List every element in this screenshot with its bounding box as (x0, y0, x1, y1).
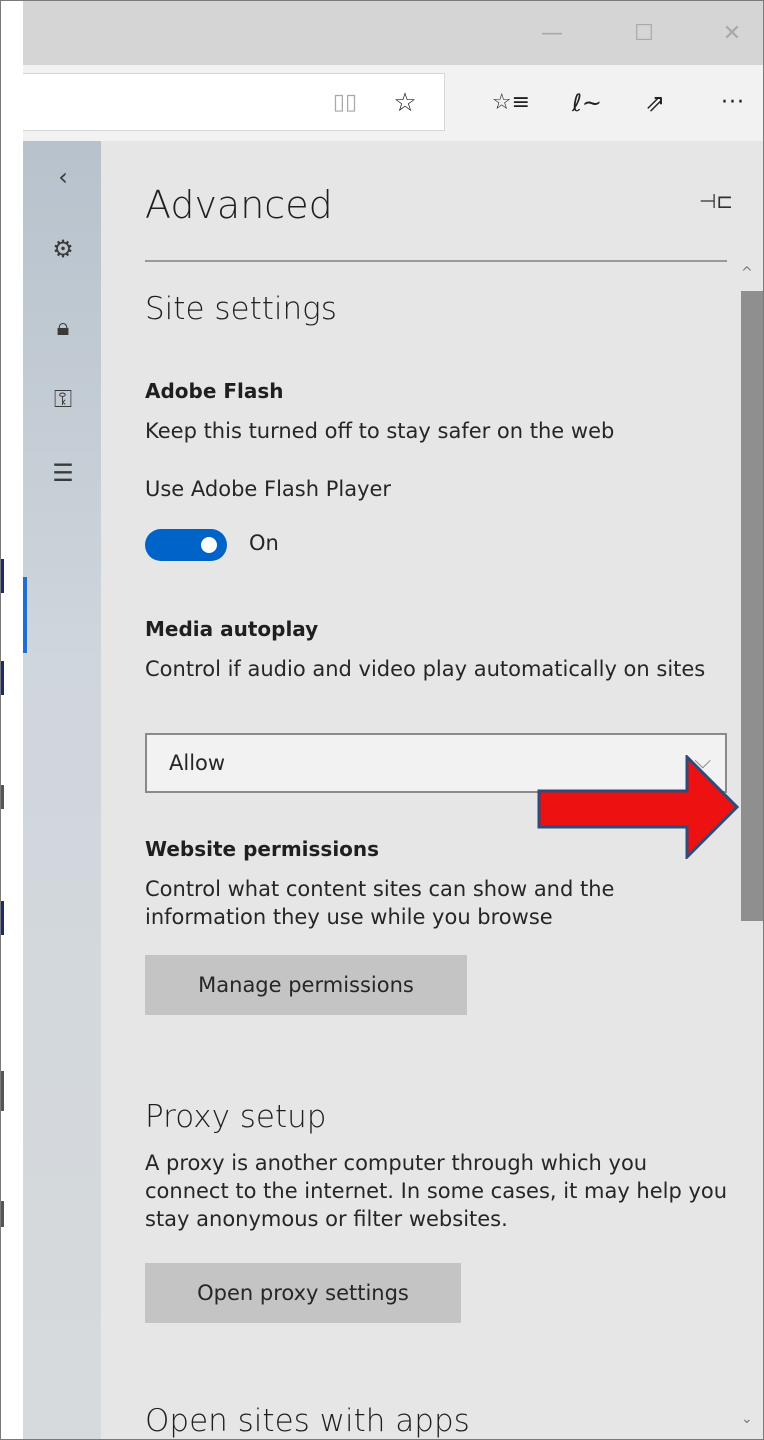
proxy-description: A proxy is another computer through whic… (145, 1151, 728, 1231)
pen-icon[interactable]: ℓ~ (567, 83, 607, 123)
active-indicator (23, 577, 27, 653)
open-proxy-settings-button[interactable]: Open proxy settings (145, 1263, 461, 1323)
page-fragment (1, 661, 4, 695)
autoplay-label: Media autoplay (145, 617, 319, 641)
open-sites-with-apps-heading: Open sites with apps (145, 1403, 470, 1439)
flash-description: Keep this turned off to stay safer on th… (145, 419, 615, 443)
permissions-description: Control what content sites can show and … (145, 877, 615, 929)
minimize-button[interactable]: — (529, 11, 575, 57)
scroll-down-arrow[interactable]: ⌄ (741, 1411, 753, 1427)
ellipsis-icon[interactable]: ··· (713, 83, 753, 123)
browser-toolbar: ▯▯ ☆ ☆≡ ℓ~ ⇗ ··· (23, 65, 763, 141)
page-fragment (1, 559, 4, 593)
red-annotation-arrow (537, 755, 739, 859)
page-fragment (1, 1071, 4, 1111)
share-icon[interactable]: ⇗ (635, 83, 675, 123)
flash-label: Adobe Flash (145, 379, 284, 403)
proxy-heading: Proxy setup (145, 1099, 327, 1135)
browser-window: — ☐ ✕ ▯▯ ☆ ☆≡ ℓ~ ⇗ ··· ‹ ⚙ 🔒︎ ⚿ ☰ Advanc… (0, 0, 764, 1440)
favorites-list-icon[interactable]: ☆≡ (491, 83, 531, 123)
autoplay-selected-value: Allow (169, 751, 226, 775)
pin-icon[interactable]: ⊣⊏ (699, 189, 733, 213)
toggle-knob (201, 537, 217, 553)
book-icon[interactable]: ▯▯ (325, 83, 365, 123)
key-icon[interactable]: ⚿ (47, 379, 79, 419)
permissions-label: Website permissions (145, 837, 380, 861)
lock-icon[interactable]: 🔒︎ (47, 307, 79, 347)
gear-icon[interactable]: ⚙ (47, 229, 79, 269)
title-bar: — ☐ ✕ (23, 1, 763, 65)
back-icon[interactable]: ‹ (47, 157, 79, 197)
flash-toggle-state: On (249, 531, 279, 555)
star-icon[interactable]: ☆ (385, 83, 425, 123)
page-fragment (1, 785, 4, 809)
maximize-button[interactable]: ☐ (621, 11, 667, 57)
flash-toggle[interactable] (145, 529, 227, 561)
close-button[interactable]: ✕ (709, 11, 755, 57)
page-content-edge (1, 141, 23, 1439)
address-bar[interactable] (23, 73, 445, 131)
flash-toggle-caption: Use Adobe Flash Player (145, 477, 392, 501)
settings-nav-rail: ‹ ⚙ 🔒︎ ⚿ ☰ (23, 141, 101, 1439)
site-settings-heading: Site settings (145, 291, 337, 327)
scroll-up-arrow[interactable]: ^ (741, 265, 753, 281)
page-edge (1, 1, 23, 141)
page-fragment (1, 1201, 4, 1227)
divider (145, 260, 727, 262)
manage-permissions-button[interactable]: Manage permissions (145, 955, 467, 1015)
page-fragment (1, 901, 4, 935)
scrollbar-thumb[interactable] (741, 291, 763, 921)
panel-title: Advanced (145, 183, 333, 227)
sliders-icon[interactable]: ☰ (47, 453, 79, 493)
autoplay-description: Control if audio and video play automati… (145, 657, 706, 681)
